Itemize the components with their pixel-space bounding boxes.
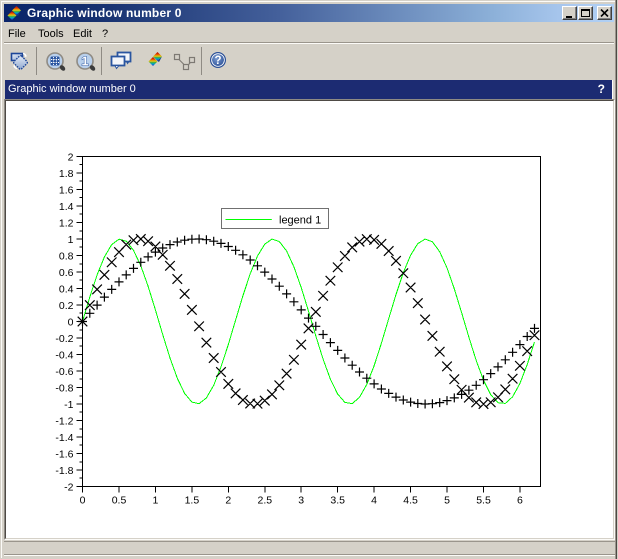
svg-text:0.4: 0.4: [59, 284, 74, 296]
svg-text:0.8: 0.8: [59, 251, 74, 263]
svg-text:-1.8: -1.8: [55, 465, 73, 477]
svg-text:1: 1: [81, 54, 88, 69]
svg-text:0.6: 0.6: [59, 267, 74, 279]
svg-text:-1.6: -1.6: [55, 449, 73, 461]
svg-text:0: 0: [68, 317, 74, 329]
svg-text:5.5: 5.5: [476, 495, 491, 507]
svg-text:1.5: 1.5: [185, 495, 200, 507]
svg-text:1: 1: [152, 495, 158, 507]
svg-text:0.5: 0.5: [112, 495, 127, 507]
svg-text:0: 0: [80, 495, 86, 507]
svg-text:-0.4: -0.4: [55, 350, 73, 362]
svg-text:?: ?: [214, 55, 221, 67]
svg-text:-1.4: -1.4: [55, 432, 73, 444]
svg-text:1.2: 1.2: [59, 218, 74, 230]
svg-text:4.5: 4.5: [403, 495, 418, 507]
svg-text:-2: -2: [64, 482, 73, 494]
svg-text:1.6: 1.6: [59, 185, 74, 197]
svg-text:1.8: 1.8: [59, 168, 74, 180]
svg-text:4: 4: [371, 495, 377, 507]
svg-text:6: 6: [517, 495, 523, 507]
svg-text:1.4: 1.4: [59, 201, 74, 213]
svg-text:2: 2: [68, 152, 74, 164]
svg-text:3.5: 3.5: [330, 495, 345, 507]
svg-text:-0.8: -0.8: [55, 383, 73, 395]
svg-text:5: 5: [444, 495, 450, 507]
svg-text:3: 3: [298, 495, 304, 507]
svg-text:-1.2: -1.2: [55, 416, 73, 428]
svg-text:0.2: 0.2: [59, 300, 74, 312]
svg-text:-1: -1: [64, 399, 73, 411]
svg-text:legend 1: legend 1: [279, 215, 321, 227]
svg-text:2.5: 2.5: [257, 495, 272, 507]
svg-text:2: 2: [225, 495, 231, 507]
svg-text:1: 1: [68, 234, 74, 246]
svg-text:-0.2: -0.2: [55, 333, 73, 345]
svg-text:-0.6: -0.6: [55, 366, 73, 378]
